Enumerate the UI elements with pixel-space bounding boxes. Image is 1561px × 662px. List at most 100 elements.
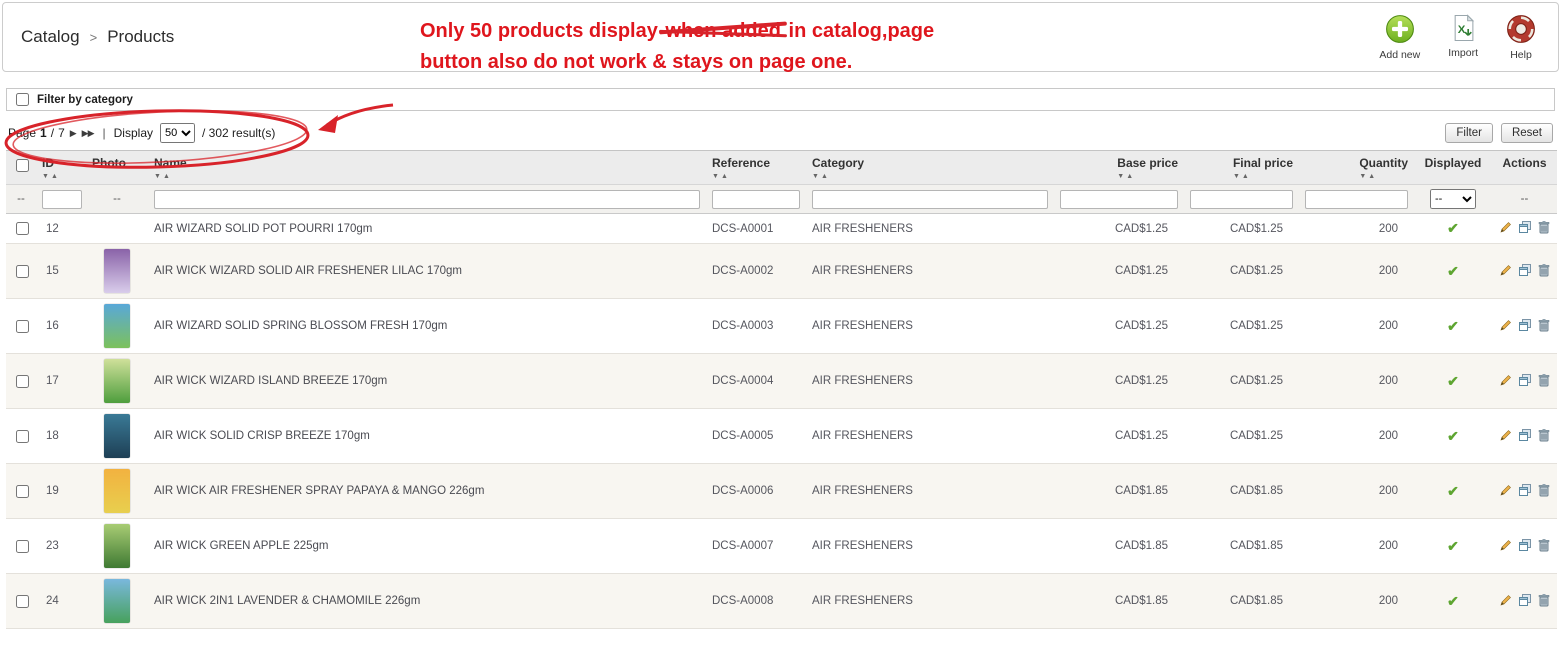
filter-final-price-input[interactable] — [1190, 189, 1293, 209]
product-row[interactable]: 23 AIR WICK GREEN APPLE 225gm DCS-A0007 … — [6, 518, 1557, 574]
displayed-check-icon[interactable]: ✔ — [1447, 428, 1459, 444]
delete-icon[interactable] — [1537, 538, 1551, 555]
product-quantity: 200 — [1299, 573, 1414, 629]
displayed-check-icon[interactable]: ✔ — [1447, 538, 1459, 554]
duplicate-icon[interactable] — [1518, 220, 1532, 237]
product-name[interactable]: AIR WICK SOLID CRISP BREEZE 170gm — [148, 408, 706, 464]
next-page-icon[interactable]: ▶ — [70, 128, 77, 139]
column-header-category[interactable]: Category ▼▲ — [806, 150, 1054, 185]
duplicate-icon[interactable] — [1518, 318, 1532, 335]
last-page-icon[interactable]: ▶▶ — [82, 128, 95, 139]
filter-name-input[interactable] — [154, 189, 700, 209]
edit-icon[interactable] — [1499, 538, 1513, 555]
row-checkbox[interactable] — [16, 222, 29, 235]
displayed-check-icon[interactable]: ✔ — [1447, 593, 1459, 609]
help-button[interactable]: Help — [1506, 14, 1536, 61]
help-label: Help — [1510, 48, 1532, 61]
select-all-checkbox[interactable] — [16, 159, 29, 172]
row-checkbox[interactable] — [16, 484, 29, 498]
product-row[interactable]: 17 AIR WICK WIZARD ISLAND BREEZE 170gm D… — [6, 353, 1557, 409]
column-header-reference[interactable]: Reference ▼▲ — [706, 150, 806, 185]
product-row[interactable]: 15 AIR WICK WIZARD SOLID AIR FRESHENER L… — [6, 243, 1557, 299]
duplicate-icon[interactable] — [1518, 263, 1532, 280]
edit-icon[interactable] — [1499, 428, 1513, 445]
row-checkbox[interactable] — [16, 319, 29, 333]
row-checkbox[interactable] — [16, 539, 29, 553]
reset-button[interactable]: Reset — [1500, 123, 1553, 143]
filter-quantity-input[interactable] — [1305, 189, 1408, 209]
product-final-price: CAD$1.25 — [1184, 298, 1299, 354]
delete-icon[interactable] — [1537, 593, 1551, 610]
sort-icons[interactable]: ▼▲ — [812, 173, 864, 180]
product-row[interactable]: 24 AIR WICK 2IN1 LAVENDER & CHAMOMILE 22… — [6, 573, 1557, 629]
row-checkbox[interactable] — [16, 264, 29, 278]
delete-icon[interactable] — [1537, 220, 1551, 237]
breadcrumb-catalog[interactable]: Catalog — [21, 27, 80, 47]
sort-icons[interactable]: ▼▲ — [42, 173, 60, 180]
column-header-name[interactable]: Name ▼▲ — [148, 150, 706, 185]
filter-reference-input[interactable] — [712, 189, 800, 209]
delete-icon[interactable] — [1537, 373, 1551, 390]
edit-icon[interactable] — [1499, 263, 1513, 280]
duplicate-icon[interactable] — [1518, 538, 1532, 555]
pager-divider: | — [102, 126, 106, 140]
sort-icons[interactable]: ▼▲ — [1233, 173, 1293, 180]
sort-icons[interactable]: ▼▲ — [154, 173, 187, 180]
displayed-check-icon[interactable]: ✔ — [1447, 263, 1459, 279]
delete-icon[interactable] — [1537, 318, 1551, 335]
duplicate-icon[interactable] — [1518, 373, 1532, 390]
duplicate-icon[interactable] — [1518, 483, 1532, 500]
filter-category-input[interactable] — [812, 189, 1048, 209]
edit-icon[interactable] — [1499, 483, 1513, 500]
displayed-check-icon[interactable]: ✔ — [1447, 483, 1459, 499]
sort-icons[interactable]: ▼▲ — [1117, 173, 1178, 180]
duplicate-icon[interactable] — [1518, 428, 1532, 445]
product-reference: DCS-A0008 — [706, 573, 806, 629]
row-checkbox[interactable] — [16, 594, 29, 608]
import-button[interactable]: X Import — [1448, 13, 1478, 61]
filter-base-price-input[interactable] — [1060, 189, 1178, 209]
filter-id-input[interactable] — [42, 189, 82, 209]
product-name[interactable]: AIR WICK GREEN APPLE 225gm — [148, 518, 706, 574]
product-row[interactable]: 19 AIR WICK AIR FRESHENER SPRAY PAPAYA &… — [6, 463, 1557, 519]
product-name[interactable]: AIR WIZARD SOLID SPRING BLOSSOM FRESH 17… — [148, 298, 706, 354]
table-filter-row: -- -- -- -- — [6, 184, 1557, 214]
column-header-final-price[interactable]: Final price ▼▲ — [1184, 150, 1299, 185]
product-name[interactable]: AIR WIZARD SOLID POT POURRI 170gm — [148, 213, 706, 244]
display-count-select[interactable]: 50 — [160, 123, 195, 143]
filter-by-category-checkbox[interactable] — [16, 93, 29, 106]
column-header-id[interactable]: ID ▼▲ — [36, 150, 86, 185]
filter-displayed-select[interactable]: -- — [1430, 189, 1476, 209]
product-name[interactable]: AIR WICK 2IN1 LAVENDER & CHAMOMILE 226gm — [148, 573, 706, 629]
displayed-check-icon[interactable]: ✔ — [1447, 318, 1459, 334]
column-header-quantity[interactable]: Quantity ▼▲ — [1299, 150, 1414, 185]
delete-icon[interactable] — [1537, 428, 1551, 445]
edit-icon[interactable] — [1499, 318, 1513, 335]
edit-icon[interactable] — [1499, 220, 1513, 237]
displayed-check-icon[interactable]: ✔ — [1447, 220, 1459, 236]
edit-icon[interactable] — [1499, 373, 1513, 390]
edit-icon[interactable] — [1499, 593, 1513, 610]
row-checkbox[interactable] — [16, 374, 29, 388]
row-checkbox[interactable] — [16, 429, 29, 443]
product-reference: DCS-A0006 — [706, 463, 806, 519]
product-row[interactable]: 18 AIR WICK SOLID CRISP BREEZE 170gm DCS… — [6, 408, 1557, 464]
filter-by-category-label: Filter by category — [37, 93, 133, 106]
displayed-check-icon[interactable]: ✔ — [1447, 373, 1459, 389]
product-name[interactable]: AIR WICK WIZARD ISLAND BREEZE 170gm — [148, 353, 706, 409]
product-category: AIR FRESHENERS — [806, 353, 1054, 409]
breadcrumb-products[interactable]: Products — [107, 27, 174, 47]
filter-button[interactable]: Filter — [1445, 123, 1493, 143]
delete-icon[interactable] — [1537, 483, 1551, 500]
sort-icons[interactable]: ▼▲ — [1359, 173, 1408, 180]
delete-icon[interactable] — [1537, 263, 1551, 280]
duplicate-icon[interactable] — [1518, 593, 1532, 610]
product-row[interactable]: 12 AIR WIZARD SOLID POT POURRI 170gm DCS… — [6, 213, 1557, 244]
sort-icons[interactable]: ▼▲ — [712, 173, 770, 180]
column-header-base-price[interactable]: Base price ▼▲ — [1054, 150, 1184, 185]
product-name[interactable]: AIR WICK AIR FRESHENER SPRAY PAPAYA & MA… — [148, 463, 706, 519]
add-new-button[interactable]: Add new — [1379, 14, 1420, 61]
product-row[interactable]: 16 AIR WIZARD SOLID SPRING BLOSSOM FRESH… — [6, 298, 1557, 354]
product-name[interactable]: AIR WICK WIZARD SOLID AIR FRESHENER LILA… — [148, 243, 706, 299]
product-category: AIR FRESHENERS — [806, 463, 1054, 519]
